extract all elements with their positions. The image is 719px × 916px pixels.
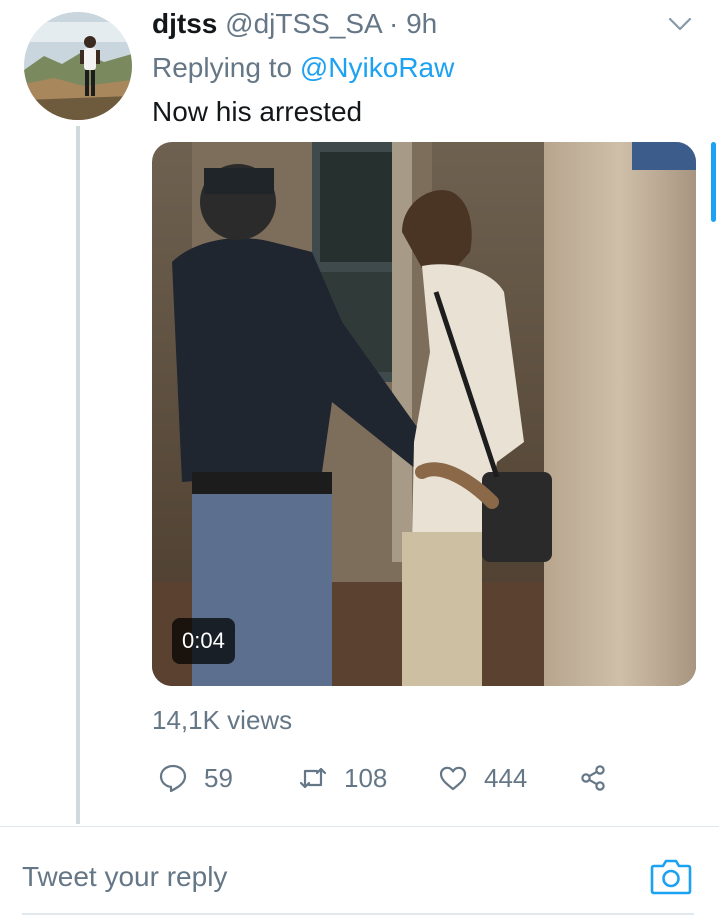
avatar-photo bbox=[24, 12, 132, 120]
chevron-down-icon[interactable] bbox=[666, 10, 694, 38]
view-count: 14,1K views bbox=[152, 705, 293, 735]
replying-to: Replying to @NyikoRaw bbox=[152, 48, 454, 88]
tweet-time[interactable]: 9h bbox=[406, 8, 437, 39]
reply-input[interactable] bbox=[22, 855, 622, 899]
comment-icon bbox=[159, 764, 187, 793]
tweet-actions: 59 108 444 bbox=[152, 756, 622, 800]
share-icon bbox=[581, 765, 605, 791]
separator-dot: · bbox=[388, 8, 399, 39]
retweet-button[interactable]: 108 bbox=[298, 756, 387, 800]
tweet-header: djtss @djTSS_SA · 9h bbox=[152, 4, 437, 44]
display-name[interactable]: djtss bbox=[152, 8, 217, 39]
reply-count: 59 bbox=[204, 762, 233, 793]
heart-icon bbox=[439, 766, 467, 791]
video-player[interactable]: 0:04 bbox=[152, 142, 696, 686]
scrollbar-thumb[interactable] bbox=[711, 142, 716, 222]
video-thumbnail bbox=[152, 142, 696, 686]
tweet[interactable]: djtss @djTSS_SA · 9h Replying to @NyikoR… bbox=[0, 0, 719, 826]
thread-connector-line bbox=[76, 126, 80, 824]
video-duration: 0:04 bbox=[172, 618, 235, 664]
replying-to-label: Replying to bbox=[152, 52, 293, 83]
like-button[interactable]: 444 bbox=[438, 756, 527, 800]
composer-underline bbox=[22, 913, 694, 915]
share-button[interactable] bbox=[578, 756, 608, 800]
replying-to-mention[interactable]: @NyikoRaw bbox=[300, 52, 454, 83]
camera-icon[interactable] bbox=[650, 857, 692, 895]
like-count: 444 bbox=[484, 762, 528, 793]
reply-button[interactable]: 59 bbox=[158, 756, 233, 800]
retweet-icon bbox=[299, 767, 327, 789]
retweet-count: 108 bbox=[344, 762, 388, 793]
avatar[interactable] bbox=[24, 12, 132, 120]
reply-composer bbox=[0, 827, 719, 916]
user-handle[interactable]: @djTSS_SA bbox=[225, 8, 381, 39]
tweet-text: Now his arrested bbox=[152, 96, 363, 127]
